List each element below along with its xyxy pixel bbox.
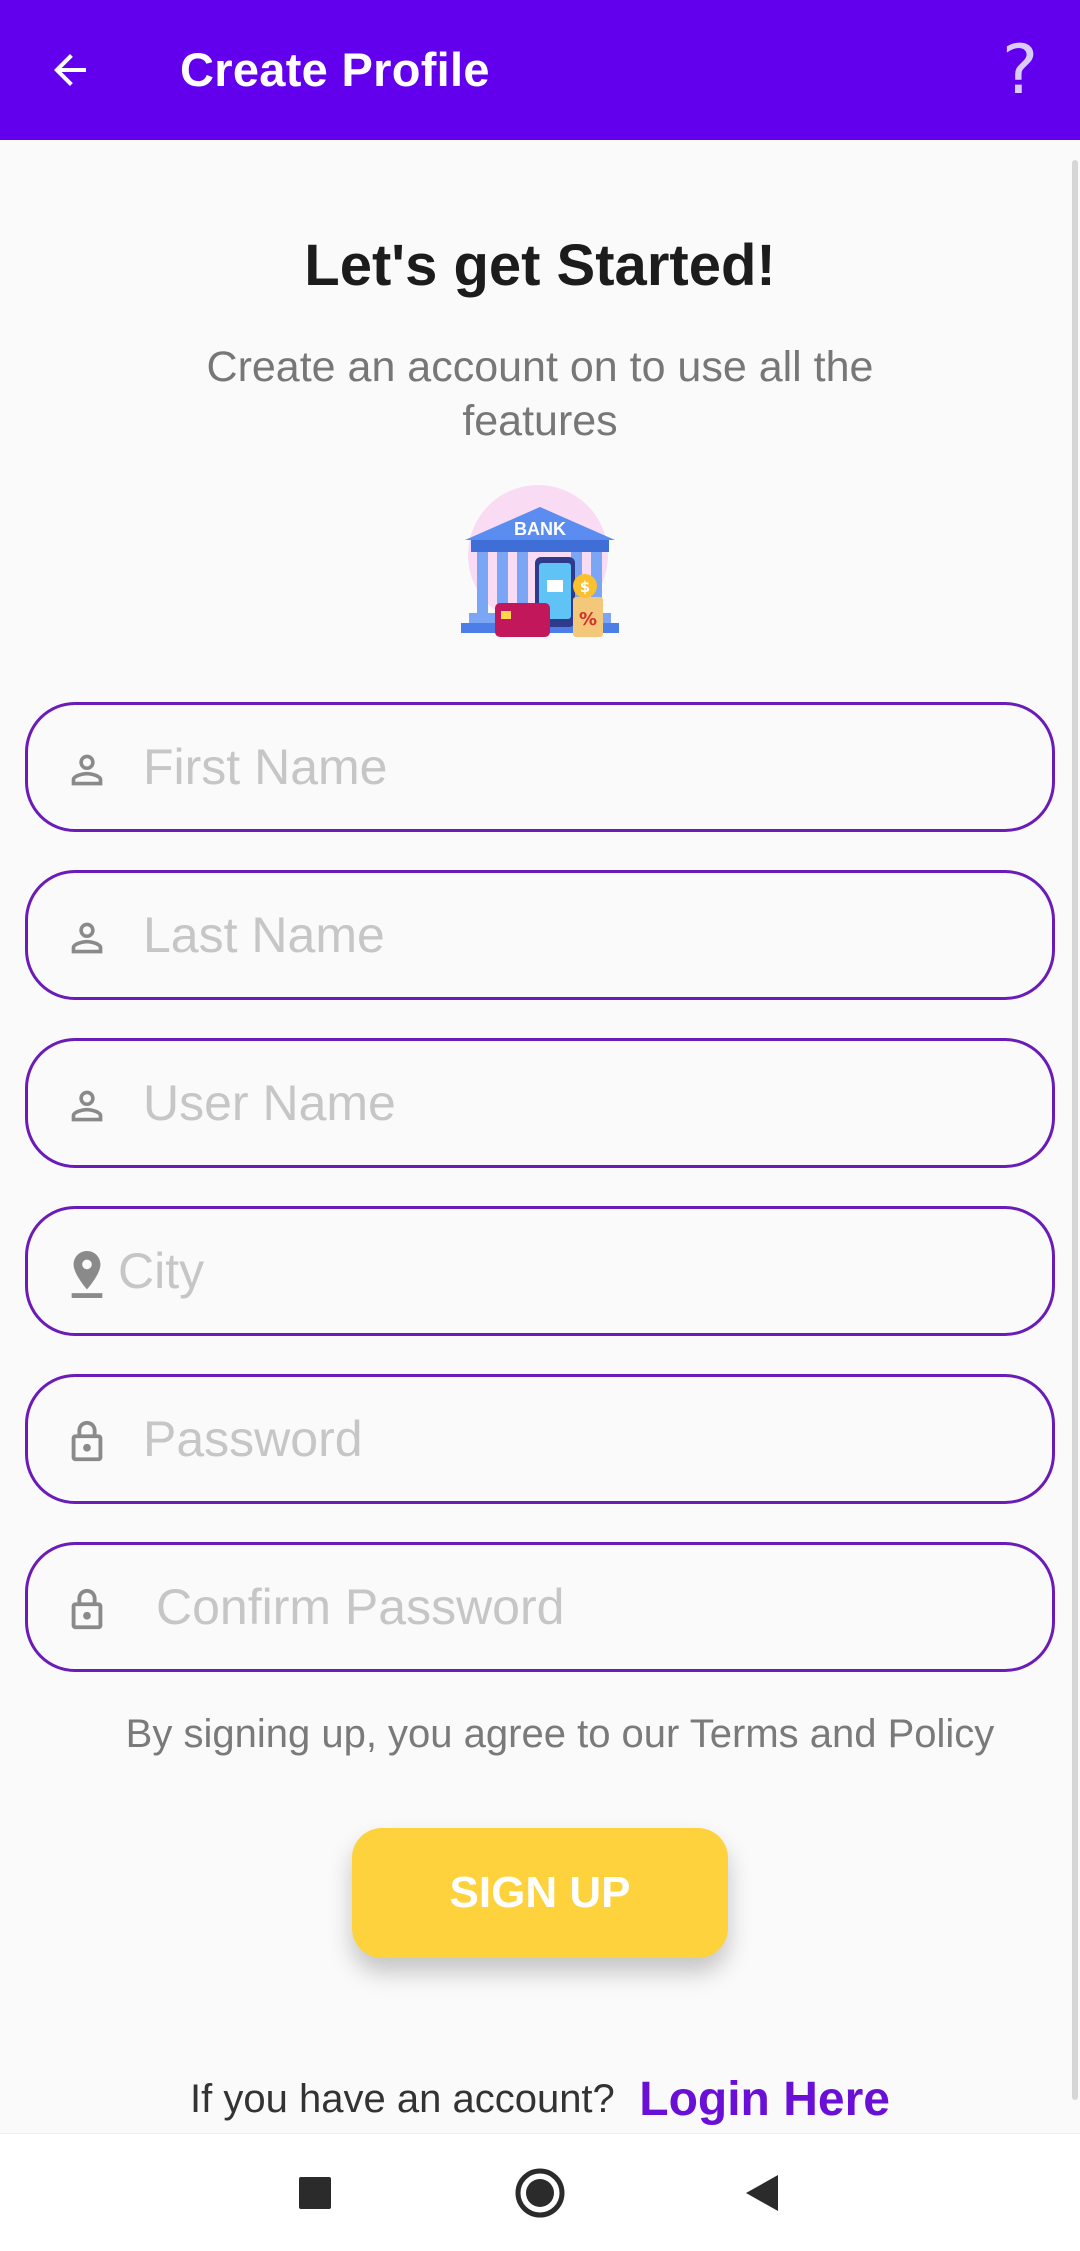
confirm-password-field[interactable]: Confirm Password	[25, 1542, 1055, 1672]
triangle-back-icon	[746, 2175, 778, 2211]
app-bar: Create Profile ?	[0, 0, 1080, 140]
circle-icon	[515, 2168, 565, 2218]
welcome-heading: Let's get Started!	[304, 233, 776, 298]
location-pin-icon	[62, 1249, 112, 1299]
bank-illustration: BANK % $	[461, 485, 619, 637]
last-name-placeholder: Last Name	[143, 907, 385, 963]
svg-text:$: $	[580, 578, 590, 596]
back-nav-button[interactable]	[722, 2158, 802, 2228]
sign-up-button[interactable]: SIGN UP	[352, 1828, 728, 1958]
square-icon	[299, 2177, 331, 2209]
login-question: If you have an account?	[190, 2077, 615, 2121]
bank-sign: BANK	[514, 519, 566, 539]
city-placeholder: City	[118, 1243, 205, 1299]
first-name-placeholder: First Name	[143, 739, 388, 795]
user-name-field[interactable]: User Name	[25, 1038, 1055, 1168]
system-nav-bar	[0, 2133, 1080, 2251]
help-button[interactable]: ?	[980, 30, 1060, 110]
person-icon	[62, 1081, 112, 1131]
home-button[interactable]	[500, 2158, 580, 2228]
password-field[interactable]: Password	[25, 1374, 1055, 1504]
password-placeholder: Password	[143, 1411, 363, 1467]
terms-text: By signing up, you agree to our Terms an…	[125, 1712, 995, 1756]
lock-icon	[62, 1417, 112, 1467]
svg-text:%: %	[579, 609, 597, 630]
back-button[interactable]	[30, 30, 110, 110]
person-icon	[62, 745, 112, 795]
user-name-placeholder: User Name	[143, 1075, 396, 1131]
scrollbar[interactable]	[1072, 160, 1078, 2100]
lock-icon	[62, 1585, 112, 1635]
first-name-field[interactable]: First Name	[25, 702, 1055, 832]
last-name-field[interactable]: Last Name	[25, 870, 1055, 1000]
city-field[interactable]: City	[25, 1206, 1055, 1336]
create-profile-screen: Create Profile ? Let's get Started! Crea…	[0, 0, 1080, 2251]
confirm-password-placeholder: Confirm Password	[156, 1579, 565, 1635]
page-title: Create Profile	[180, 43, 490, 96]
person-icon	[62, 913, 112, 963]
recents-button[interactable]	[275, 2158, 355, 2228]
login-link[interactable]: Login Here	[639, 2073, 890, 2126]
login-prompt: If you have an account? Login Here	[0, 2072, 1080, 2127]
arrow-left-icon	[54, 54, 86, 86]
welcome-subheading: Create an account on to use all the feat…	[206, 343, 874, 445]
